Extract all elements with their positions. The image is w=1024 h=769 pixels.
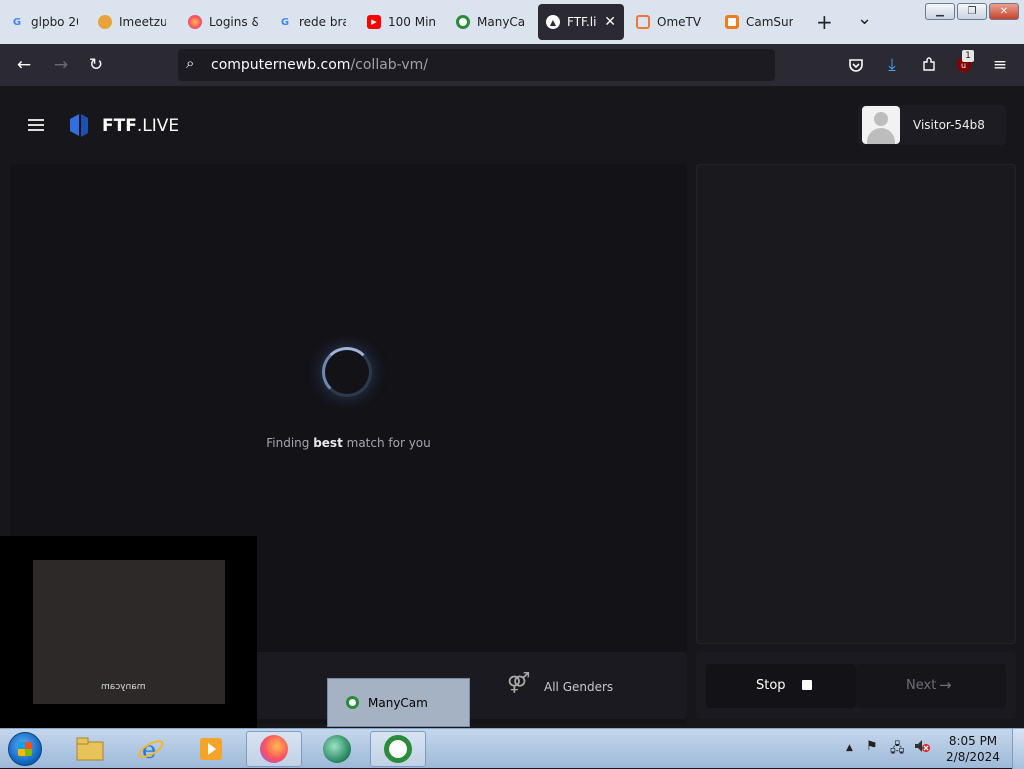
camera-feed: manycam [33, 560, 225, 704]
tooltip-label: ManyCam [368, 696, 428, 710]
browser-tab-strip: G glpbo 20 Imeetzu Logins & G rede bra ▶… [0, 0, 1024, 44]
tab-title: ManyCa [477, 15, 526, 29]
url-text[interactable]: computernewb.com/collab-vm/ [211, 57, 428, 73]
manycam-icon [346, 696, 359, 709]
manycam-watermark: manycam [101, 682, 146, 692]
local-camera-preview: manycam [0, 536, 257, 728]
google-icon: G [280, 16, 290, 28]
tab-100-minu[interactable]: ▶ 100 Minu [367, 4, 437, 40]
tab-manycam[interactable]: ManyCa [456, 4, 526, 40]
close-icon[interactable]: ✕ [604, 14, 616, 30]
network-icon[interactable]: 🖧 [890, 739, 905, 761]
url-host: computernewb.com [211, 57, 351, 73]
tab-ftf-live[interactable]: ▲ FTF.li ✕ [538, 4, 624, 40]
avatar [862, 106, 900, 144]
address-bar[interactable]: ⌕ computernewb.com/collab-vm/ [178, 49, 775, 81]
action-center-flag-icon[interactable]: ⚑ [866, 739, 878, 754]
google-icon: G [12, 16, 22, 28]
svg-text:u: u [961, 61, 966, 70]
emoji-icon [98, 15, 112, 29]
restore-button[interactable]: ❐ [957, 3, 987, 20]
close-window-button[interactable]: ✕ [989, 3, 1019, 20]
browser-toolbar: ← → ↻ ⌕ computernewb.com/collab-vm/ ⤓ u … [0, 44, 1024, 86]
next-button[interactable]: Next → [856, 664, 1006, 708]
tab-title: OmeTV [657, 15, 702, 29]
tab-ometv[interactable]: OmeTV [636, 4, 708, 40]
minimize-button[interactable]: ▁ [925, 3, 955, 20]
tab-list-chevron-icon[interactable]: ⌄ [857, 8, 872, 29]
youtube-icon: ▶ [367, 15, 381, 29]
stop-icon [802, 680, 812, 690]
pocket-icon[interactable] [845, 54, 867, 76]
camsurf-icon [725, 15, 739, 29]
user-name: Visitor-54b8 [913, 118, 985, 132]
tab-glpbo[interactable]: G glpbo 20 [10, 4, 78, 40]
taskbar-tooltip: ManyCam [327, 678, 470, 727]
arrow-right-icon: → [939, 676, 952, 694]
chat-panel [696, 164, 1016, 644]
search-icon: ⌕ [186, 54, 195, 72]
forward-icon[interactable]: → [50, 54, 72, 76]
brand-logo-text[interactable]: FTF.LIVE [102, 116, 179, 136]
back-icon[interactable]: ← [13, 54, 35, 76]
system-clock[interactable]: 8:05 PM 2/8/2024 [938, 733, 1008, 765]
internet-explorer-icon[interactable]: e [123, 731, 179, 767]
loading-spinner [322, 347, 372, 397]
tab-title: Logins & [209, 15, 258, 29]
extension-badge: 1 [962, 50, 974, 62]
firefox-taskbar-icon[interactable] [246, 731, 302, 767]
tab-title: 100 Minu [388, 15, 437, 29]
ftf-logo-icon [68, 113, 90, 137]
tab-logins[interactable]: Logins & [188, 4, 258, 40]
gender-filter-label[interactable]: All Genders [544, 680, 613, 694]
tab-title: rede bra [299, 15, 346, 29]
finding-match-text: Finding best match for you [266, 436, 431, 450]
tab-title: glpbo 20 [31, 15, 78, 29]
gender-icon[interactable]: ⚤ [507, 670, 531, 694]
brand-tld: .LIVE [136, 116, 180, 136]
clock-time: 8:05 PM [948, 734, 998, 748]
manycam-taskbar-icon[interactable] [370, 731, 426, 767]
manycam-icon [456, 15, 470, 29]
chat-app-icon[interactable] [309, 731, 365, 767]
volume-muted-icon[interactable] [914, 739, 930, 757]
start-button[interactable] [8, 732, 42, 766]
user-profile-button[interactable]: Visitor-54b8 [858, 105, 1006, 145]
show-desktop-button[interactable] [1012, 729, 1024, 769]
clock-date: 2/8/2024 [946, 750, 1000, 764]
stop-button[interactable]: Stop [706, 664, 856, 708]
brand-bold: FTF [102, 116, 137, 136]
tab-title: CamSurf [746, 15, 793, 29]
site-menu-icon[interactable] [28, 119, 44, 131]
chat-icon [636, 15, 650, 29]
hamburger-menu-icon[interactable]: ≡ [989, 54, 1011, 76]
next-label: Next [906, 678, 937, 693]
media-player-icon[interactable] [183, 731, 239, 767]
extensions-icon[interactable] [918, 54, 940, 76]
new-tab-button[interactable]: + [816, 10, 833, 34]
stop-label: Stop [756, 678, 786, 693]
tab-camsurf[interactable]: CamSurf [725, 4, 793, 40]
tray-expand-icon[interactable]: ▲ [846, 743, 853, 753]
windows-taskbar: e ▲ ⚑ 🖧 8:05 PM 2/8/2024 [0, 728, 1024, 769]
tab-imeetzu[interactable]: Imeetzu [98, 4, 166, 40]
url-path: /collab-vm/ [350, 57, 428, 73]
reload-icon[interactable]: ↻ [85, 54, 107, 76]
firefox-icon [188, 15, 202, 29]
triangle-icon: ▲ [546, 15, 560, 29]
explorer-icon[interactable] [62, 731, 118, 767]
svg-text:e: e [142, 736, 156, 763]
downloads-icon[interactable]: ⤓ [881, 54, 903, 76]
tab-rede-bra[interactable]: G rede bra [278, 4, 346, 40]
tab-title: Imeetzu [119, 15, 166, 29]
tab-title: FTF.li [567, 15, 597, 29]
call-controls: Stop Next → [696, 652, 1016, 719]
